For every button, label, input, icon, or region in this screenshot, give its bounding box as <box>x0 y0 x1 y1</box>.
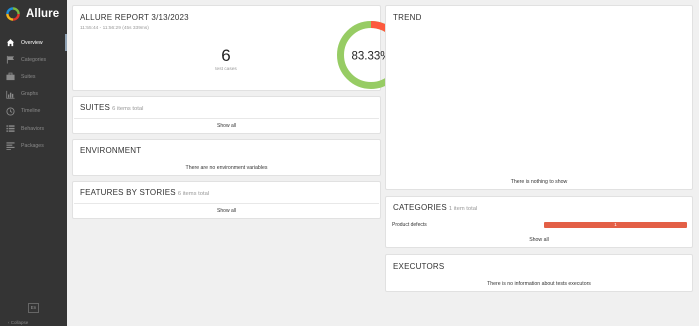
categories-widget: CATEGORIES 1 item total Product defects 1… <box>385 196 693 248</box>
trend-title: TREND <box>393 13 422 22</box>
chevron-left-icon: ‹ <box>8 320 10 325</box>
suites-count: 6 items total <box>112 106 144 112</box>
suites-title: SUITES <box>80 103 111 112</box>
categories-show-all-button[interactable]: Show all <box>386 237 692 243</box>
sidebar-item-packages[interactable]: Packages <box>0 137 67 154</box>
suites-widget: SUITES 6 items total Show all <box>72 96 381 134</box>
sidebar-item-label: Behaviors <box>21 125 45 132</box>
test-case-count: 6 <box>221 46 231 65</box>
bar-chart-icon <box>6 90 15 99</box>
features-title: FEATURES BY STORIES <box>80 188 176 197</box>
test-case-label: test cases <box>215 67 237 72</box>
language-button[interactable]: En <box>28 303 39 313</box>
sidebar-item-overview[interactable]: Overview <box>0 34 67 52</box>
sidebar-item-label: Overview <box>21 39 43 46</box>
flag-icon <box>6 56 15 64</box>
features-widget: FEATURES BY STORIES 6 items total Show al… <box>72 181 381 219</box>
sidebar-item-categories[interactable]: Categories <box>0 51 67 68</box>
categories-header: CATEGORIES 1 item total <box>393 203 477 212</box>
collapse-label: Collapse <box>10 320 29 325</box>
sidebar-item-label: Packages <box>21 142 44 149</box>
suites-header: SUITES 6 items total <box>80 103 143 112</box>
sidebar-item-label: Timeline <box>21 108 41 115</box>
environment-message: There are no environment variables <box>185 165 268 171</box>
sidebar-item-timeline[interactable]: Timeline <box>0 103 67 120</box>
collapse-button[interactable]: ‹ Collapse <box>8 320 28 325</box>
sidebar-item-label: Suites <box>21 73 36 80</box>
features-count: 6 items total <box>177 191 210 197</box>
executors-message: There is no information about tests exec… <box>487 281 591 287</box>
sidebar-item-graphs[interactable]: Graphs <box>0 86 67 103</box>
sidebar: Allure Overview Categories Suites Graphs… <box>0 0 67 326</box>
executors-widget: EXECUTORS There is no information about … <box>385 254 693 292</box>
category-name: Product defects <box>392 222 427 228</box>
briefcase-icon <box>6 73 15 81</box>
trend-message: There is nothing to show <box>510 179 568 185</box>
categories-count: 1 item total <box>448 206 478 212</box>
features-show-all-button[interactable]: Show all <box>74 203 379 217</box>
report-time: 11:55:44 - 11:56:29 (45s 339ms) <box>80 26 149 31</box>
sidebar-item-label: Graphs <box>21 91 39 98</box>
suites-show-all-button[interactable]: Show all <box>74 118 379 132</box>
category-row[interactable]: Product defects 1 <box>392 220 687 230</box>
home-icon <box>6 39 15 47</box>
brand[interactable]: Allure <box>6 6 59 22</box>
executors-title: EXECUTORS <box>393 262 445 271</box>
sidebar-item-suites[interactable]: Suites <box>0 68 67 85</box>
report-title: ALLURE REPORT 3/13/2023 <box>80 13 189 22</box>
clock-icon <box>6 107 15 116</box>
trend-widget: TREND There is nothing to show <box>385 5 693 190</box>
environment-widget: ENVIRONMENT There are no environment var… <box>72 139 381 176</box>
allure-logo-icon <box>6 7 20 21</box>
summary-widget: ALLURE REPORT 3/13/2023 11:55:44 - 11:56… <box>72 5 405 91</box>
sidebar-item-label: Categories <box>21 56 47 63</box>
sidebar-item-behaviors[interactable]: Behaviors <box>0 120 67 137</box>
features-header: FEATURES BY STORIES 6 items total <box>80 188 209 197</box>
list-icon <box>6 125 15 132</box>
environment-title: ENVIRONMENT <box>80 146 142 155</box>
categories-title: CATEGORIES <box>393 203 447 212</box>
category-bar: 1 <box>544 222 687 228</box>
sidebar-nav: Overview Categories Suites Graphs Timeli… <box>0 34 67 154</box>
align-left-icon <box>6 142 15 151</box>
app-name: Allure <box>26 8 60 20</box>
